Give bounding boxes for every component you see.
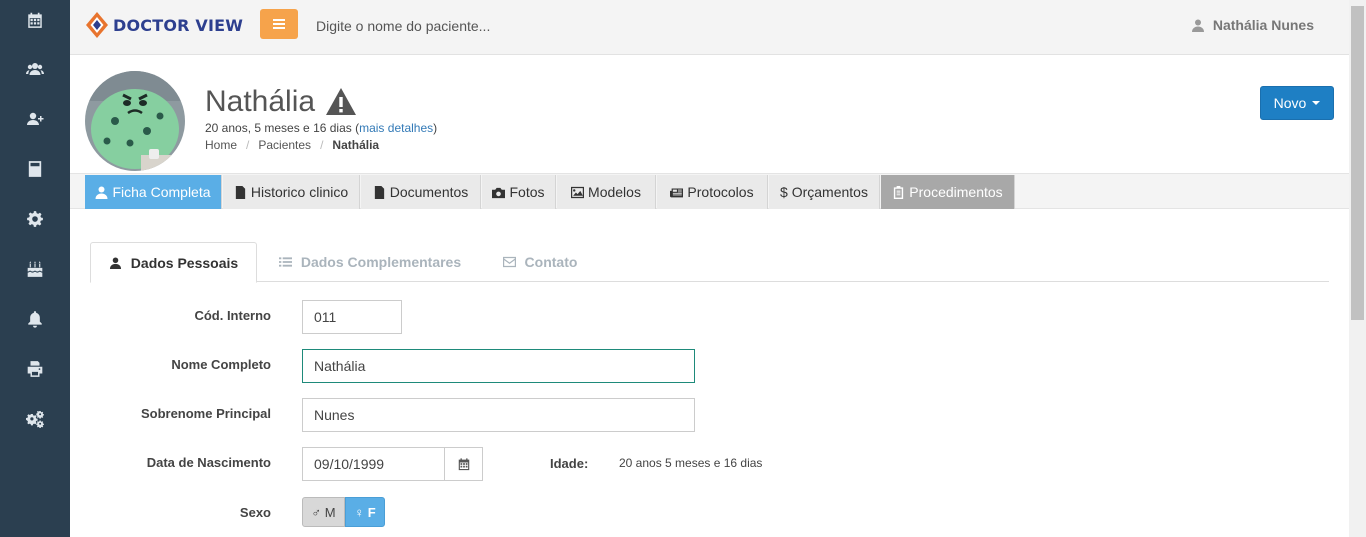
label-data-nascimento: Data de Nascimento xyxy=(146,455,271,470)
calculator-icon[interactable] xyxy=(0,149,70,189)
tab-fotos[interactable]: Fotos xyxy=(482,175,556,209)
sexo-male-button[interactable]: ♂ M xyxy=(302,497,345,527)
label-sexo: Sexo xyxy=(239,505,271,520)
tab-protocolos[interactable]: Protocolos xyxy=(657,175,768,209)
logo-diamond-icon xyxy=(86,12,108,38)
tab-label: Documentos xyxy=(389,184,469,200)
new-dropdown-button[interactable]: Novo xyxy=(1260,86,1334,120)
menu-toggle-button[interactable] xyxy=(260,9,298,39)
user-icon xyxy=(109,256,121,269)
file-icon xyxy=(235,185,246,199)
patient-age-close: ) xyxy=(433,121,438,135)
tab-label: Protocolos xyxy=(687,184,754,200)
label-idade: Idade: xyxy=(550,456,589,471)
patient-age-text: 20 anos, 5 meses e 16 dias ( xyxy=(205,121,360,135)
cod-interno-input[interactable] xyxy=(302,300,402,334)
users-icon[interactable] xyxy=(0,49,70,89)
tab-orcamentos[interactable]: $ Orçamentos xyxy=(769,175,880,209)
birthday-cake-icon[interactable] xyxy=(0,249,70,289)
bell-icon[interactable] xyxy=(0,299,70,339)
newspaper-icon xyxy=(670,187,684,197)
label-nome-completo: Nome Completo xyxy=(171,357,271,372)
hamburger-icon xyxy=(273,19,285,29)
user-icon xyxy=(1191,19,1204,32)
patient-name-heading: Nathália xyxy=(205,85,357,119)
tab-label: Modelos xyxy=(588,184,641,200)
patient-name: Nathália xyxy=(205,85,316,118)
page-scrollbar[interactable] xyxy=(1349,0,1366,537)
sexo-female-button[interactable]: ♀ F xyxy=(345,497,385,527)
user-icon xyxy=(95,186,108,199)
patient-avatar[interactable] xyxy=(85,71,185,171)
breadcrumb-separator: / xyxy=(246,138,250,152)
tab-modelos[interactable]: Modelos xyxy=(557,175,656,209)
tab-documentos[interactable]: Documentos xyxy=(361,175,481,209)
subtab-label: Contato xyxy=(524,254,578,270)
tab-label: Historico clinico xyxy=(250,184,349,200)
print-icon[interactable] xyxy=(0,349,70,389)
caret-down-icon xyxy=(1312,101,1321,105)
user-menu[interactable]: Nathália Nunes xyxy=(1191,17,1314,33)
subtab-label: Dados Pessoais xyxy=(130,254,239,271)
more-details-link[interactable]: mais detalhes xyxy=(359,121,433,135)
breadcrumb-current: Nathália xyxy=(332,138,380,152)
subtab-label: Dados Complementares xyxy=(300,254,462,270)
user-name: Nathália Nunes xyxy=(1212,17,1314,33)
gears-icon[interactable] xyxy=(0,399,70,439)
patient-age-info: 20 anos, 5 meses e 16 dias (mais detalhe… xyxy=(205,121,437,135)
sidebar xyxy=(0,0,70,537)
date-picker-button[interactable] xyxy=(444,447,483,481)
camera-icon xyxy=(492,187,506,198)
clipboard-icon xyxy=(894,185,904,199)
sexo-toggle-group: ♂ M ♀ F xyxy=(302,497,385,527)
breadcrumb-home[interactable]: Home xyxy=(205,138,237,152)
sobrenome-input[interactable] xyxy=(302,398,695,432)
new-button-label: Novo xyxy=(1273,95,1307,111)
calendar-icon[interactable] xyxy=(0,0,70,40)
tab-label: Fotos xyxy=(509,184,545,200)
gear-icon[interactable] xyxy=(0,199,70,239)
list-icon xyxy=(278,257,292,267)
scrollbar-thumb[interactable] xyxy=(1351,6,1364,320)
tab-ficha-completa[interactable]: Ficha Completa xyxy=(85,175,222,209)
logo[interactable]: DOCTOR VIEW xyxy=(84,10,243,40)
subtab-dados-pessoais[interactable]: Dados Pessoais xyxy=(90,242,257,283)
logo-text: DOCTOR VIEW xyxy=(113,15,244,35)
breadcrumb: Home / Pacientes / Nathália xyxy=(205,138,379,152)
nome-completo-input[interactable] xyxy=(302,349,695,383)
subtab-contato[interactable]: Contato xyxy=(490,242,590,282)
label-sobrenome: Sobrenome Principal xyxy=(140,406,271,421)
file-icon xyxy=(374,185,384,199)
breadcrumb-separator: / xyxy=(320,138,324,152)
tab-label: Ficha Completa xyxy=(112,184,211,200)
user-plus-icon[interactable] xyxy=(0,99,70,139)
warning-icon[interactable] xyxy=(325,87,357,117)
subtab-dados-complementares[interactable]: Dados Complementares xyxy=(270,242,470,282)
envelope-icon xyxy=(502,256,516,268)
patient-tabs-bar: Ficha Completa Historico clinico Documen… xyxy=(70,173,1349,209)
top-bar: DOCTOR VIEW Nathália Nunes xyxy=(70,0,1349,55)
idade-value: 20 anos 5 meses e 16 dias xyxy=(619,456,763,470)
patient-search-input[interactable] xyxy=(310,12,690,40)
tab-historico-clinico[interactable]: Historico clinico xyxy=(223,175,360,209)
data-nascimento-input[interactable] xyxy=(302,447,445,481)
image-icon xyxy=(571,186,585,198)
tab-label: Procedimentos xyxy=(909,184,1003,200)
form-sub-tabs: Dados Pessoais Dados Complementares Cont… xyxy=(90,242,1329,283)
tab-procedimentos[interactable]: Procedimentos xyxy=(881,175,1015,209)
calendar-icon xyxy=(458,458,469,471)
breadcrumb-patients[interactable]: Pacientes xyxy=(258,138,311,152)
label-cod-interno: Cód. Interno xyxy=(194,308,271,323)
tab-label: $ Orçamentos xyxy=(780,184,868,200)
